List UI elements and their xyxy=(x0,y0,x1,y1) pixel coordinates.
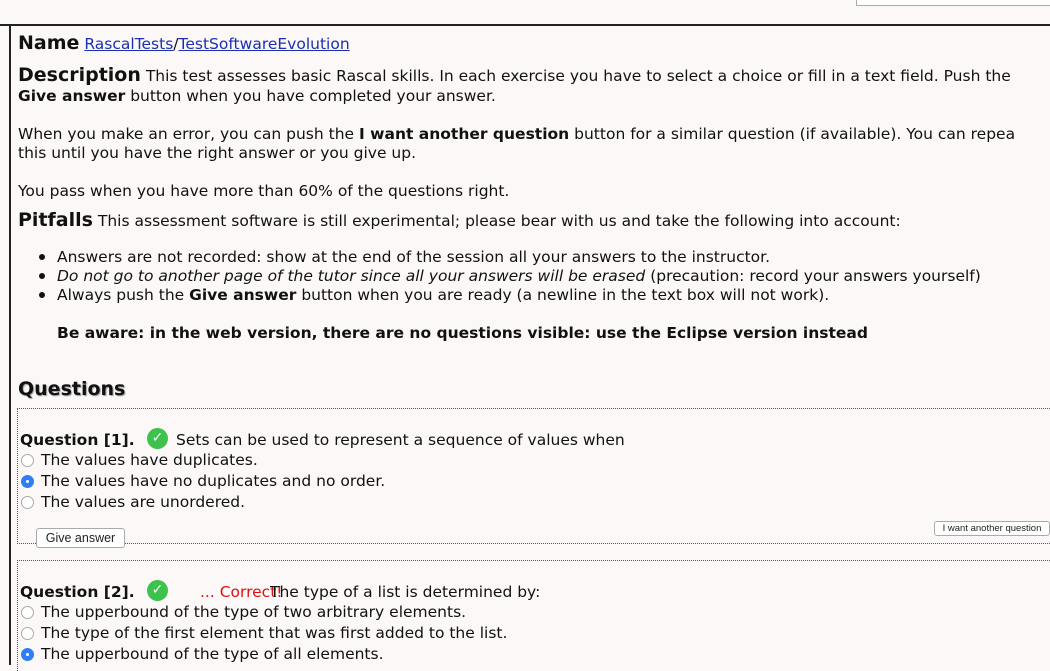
another-question-button[interactable]: I want another question xyxy=(934,521,1050,536)
q1-option-2-label: The values have no duplicates and no ord… xyxy=(41,472,386,490)
q2-option-1-radio[interactable] xyxy=(21,606,34,619)
q1-option-3-label: The values are unordered. xyxy=(41,493,246,511)
question-2-row: Question [2]. xyxy=(20,583,135,602)
q1-option-1-radio[interactable] xyxy=(21,454,34,467)
question-2-label: Question [2]. xyxy=(20,583,135,601)
description-heading: Description xyxy=(18,64,141,86)
pitfall-item-3: Always push the Give answer button when … xyxy=(57,286,829,305)
web-version-warning-text: Be aware: in the web version, there are … xyxy=(57,324,868,342)
name-heading: Name xyxy=(18,32,80,54)
check-circle-icon: ✓ xyxy=(147,428,168,449)
web-version-warning: Be aware: in the web version, there are … xyxy=(57,324,868,343)
search-input[interactable] xyxy=(856,0,1050,6)
description-text-2: button when you have completed your answ… xyxy=(130,87,496,105)
give-answer-mention: Give answer xyxy=(18,87,126,105)
name-row: Name RascalTests/TestSoftwareEvolution xyxy=(18,34,350,54)
description-text-3: When you make an error, you can push the xyxy=(18,125,355,143)
description-row: Description This test assesses basic Ras… xyxy=(18,66,1011,86)
bullet-icon xyxy=(39,254,45,260)
question-1-text: Sets can be used to represent a sequence… xyxy=(176,431,625,449)
breadcrumb-link-testsoftwareevolution[interactable]: TestSoftwareEvolution xyxy=(179,35,350,53)
pitfalls-heading: Pitfalls xyxy=(18,209,93,231)
header-divider xyxy=(0,24,1050,26)
bullet-icon xyxy=(39,273,45,279)
another-question-mention: I want another question xyxy=(359,125,570,143)
questions-heading: Questions xyxy=(18,378,126,400)
pitfalls-row: Pitfalls This assessment software is sti… xyxy=(18,211,901,231)
question-1-label: Question [1]. xyxy=(20,431,135,449)
pitfall-item-1: Answers are not recorded: show at the en… xyxy=(57,248,771,266)
pitfall-item-2-rest: (precaution: record your answers yoursel… xyxy=(650,267,981,285)
pitfall-item-3-b: button when you are ready (a newline in … xyxy=(301,286,830,304)
q1-option-1-label: The values have duplicates. xyxy=(41,451,258,469)
question-1-row: Question [1]. xyxy=(20,431,135,450)
q2-option-2-label: The type of the first element that was f… xyxy=(41,624,508,642)
description-text-4: button for a similar question (if availa… xyxy=(574,125,1016,143)
q1-option-3-radio[interactable] xyxy=(21,496,34,509)
pitfall-item-3-bold: Give answer xyxy=(189,286,297,304)
q1-option-2-radio[interactable] xyxy=(21,475,34,488)
bullet-icon xyxy=(39,292,45,298)
description-row-2: Give answer button when you have complet… xyxy=(18,87,496,106)
pitfall-item-2-italic: Do not go to another page of the tutor s… xyxy=(57,267,646,285)
pitfall-item-2: Do not go to another page of the tutor s… xyxy=(57,267,981,286)
pitfalls-intro: This assessment software is still experi… xyxy=(97,212,901,230)
q2-option-1-label: The upperbound of the type of two arbitr… xyxy=(41,603,467,621)
description-para-3: You pass when you have more than 60% of … xyxy=(18,182,510,200)
content-border xyxy=(9,26,11,665)
breadcrumb-link-rascaltests[interactable]: RascalTests xyxy=(84,35,173,53)
pitfall-item-3-a: Always push the xyxy=(57,286,185,304)
question-2-text: The type of a list is determined by: xyxy=(270,583,541,601)
description-text: This test assesses basic Rascal skills. … xyxy=(145,67,1011,85)
give-answer-button[interactable]: Give answer xyxy=(36,528,125,548)
q2-option-3-radio[interactable] xyxy=(21,648,34,661)
check-circle-icon: ✓ xyxy=(147,580,168,601)
q2-option-3-label: The upperbound of the type of all elemen… xyxy=(41,645,384,663)
description-para-2b: this until you have the right answer or … xyxy=(18,144,417,162)
description-para-2: When you make an error, you can push the… xyxy=(18,125,1015,144)
q2-option-2-radio[interactable] xyxy=(21,627,34,640)
